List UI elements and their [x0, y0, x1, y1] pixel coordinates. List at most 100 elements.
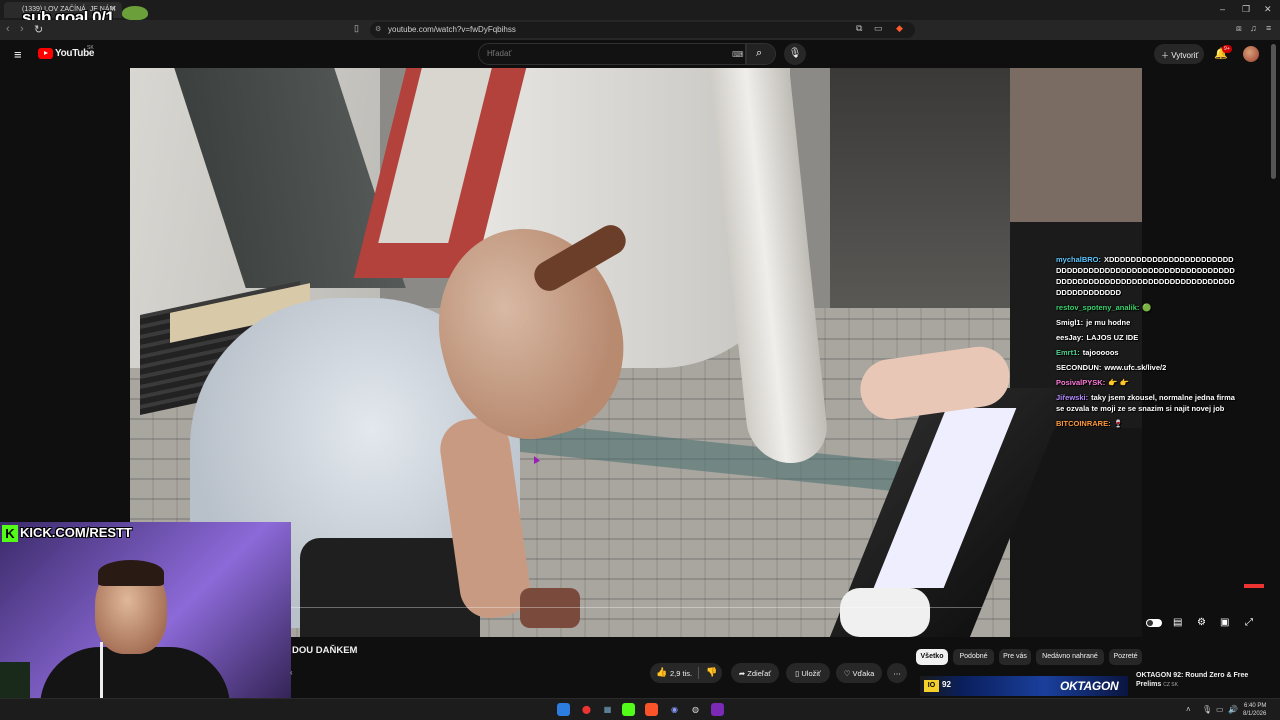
recommended-video-thumbnail[interactable]: IO 92 OKTAGON	[920, 676, 1128, 696]
twitch-icon[interactable]	[711, 703, 724, 716]
chip-recently-uploaded[interactable]: Nedávno nahrané	[1036, 649, 1104, 665]
io-badge: IO	[924, 680, 939, 692]
chat-username: PosivalPYSK:	[1056, 378, 1106, 387]
media-icon[interactable]: ♫	[1250, 23, 1257, 33]
chat-message: PosivalPYSK: 👉 👉	[1056, 377, 1236, 388]
volume-icon[interactable]: 🔊	[1228, 705, 1238, 714]
chat-text: 🍷	[1113, 419, 1123, 428]
browser-tab-bar: (1339) LOV ZAČÍNÁ, JE NÁM ✕ – ❐ ✕	[0, 0, 1280, 20]
chat-message: Smigl1: je mu hodne	[1056, 317, 1236, 328]
close-window-icon[interactable]: ✕	[1264, 4, 1272, 15]
video-progress-bar[interactable]	[290, 607, 982, 608]
recommended-title-text: OKTAGON 92: Round Zero & Free Prelims	[1136, 672, 1249, 688]
search-placeholder: Hľadať	[487, 49, 512, 58]
video-frame-white-shoe	[840, 588, 930, 637]
fullscreen-icon[interactable]: ⤢	[1245, 617, 1253, 628]
chat-message: Emrt1: tajooooos	[1056, 347, 1236, 358]
brave-app-icon[interactable]	[645, 703, 658, 716]
voice-search-button[interactable]: 🎙	[784, 43, 806, 65]
frog-emote-icon	[122, 6, 148, 20]
discord-icon[interactable]: ◉	[668, 703, 681, 716]
maximize-icon[interactable]: ❐	[1242, 4, 1250, 15]
search-button[interactable]: ⌕	[746, 43, 776, 65]
chevron-left-icon[interactable]: ‹	[290, 668, 293, 677]
event-number: 92	[942, 680, 951, 689]
url-field[interactable]: ⚙ youtube.com/watch?v=fwDyFqbihss	[370, 22, 915, 38]
recommended-channel: CZ SK	[1163, 682, 1178, 688]
like-dislike-group: 👍 2,9 tis. 👎	[650, 663, 722, 683]
autoplay-toggle[interactable]	[1146, 619, 1162, 627]
chat-text: www.ufc.sk/live/2	[1104, 363, 1167, 372]
cast-icon[interactable]: ▭	[874, 23, 883, 34]
scrollbar-thumb[interactable]	[1271, 44, 1276, 179]
mic-tray-icon[interactable]: 🎙	[1202, 705, 1212, 714]
search-input[interactable]: Hľadať ⌨	[478, 43, 746, 65]
site-info-icon[interactable]: ⚙	[375, 25, 381, 33]
create-button[interactable]: ＋ Vytvoriť	[1154, 44, 1204, 64]
chat-text: LAJOS UZ IDE	[1086, 333, 1139, 342]
chat-username: restov_spoteny_analik:	[1056, 303, 1140, 312]
extensions-icon[interactable]: ⧈	[1236, 23, 1242, 34]
chat-username: BITCOINRARE:	[1056, 419, 1111, 428]
chip-watched[interactable]: Pozreté	[1109, 649, 1142, 665]
tray-chevron-icon[interactable]: ˄	[1186, 705, 1191, 714]
back-icon[interactable]: ‹	[6, 23, 10, 35]
brave-shield-icon[interactable]: ◆	[896, 23, 903, 34]
kick-url-text: KICK.COM/RESTT	[20, 525, 132, 540]
video-frame-shoe	[520, 588, 580, 628]
page-scrollbar[interactable]	[1271, 44, 1277, 694]
like-icon[interactable]: 👍	[656, 667, 667, 678]
chat-message: BITCOINRARE: 🍷	[1056, 418, 1236, 429]
notification-badge: 9+	[1222, 45, 1232, 53]
thanks-button[interactable]: ♡ Vďaka	[836, 663, 882, 683]
obs-icon[interactable]: ◍	[689, 703, 702, 716]
chat-message: mychalBRO: XDDDDDDDDDDDDDDDDDDDDDDDDDDDDD…	[1056, 254, 1236, 298]
chat-username: Emrt1:	[1056, 348, 1080, 357]
menu-icon[interactable]: ≡	[1266, 23, 1271, 33]
reload-icon[interactable]: ↻	[34, 23, 43, 36]
subtitles-icon[interactable]: ▤	[1173, 617, 1182, 628]
webcam-overlay	[0, 522, 291, 720]
chat-text: 🟢	[1142, 303, 1152, 312]
account-avatar[interactable]	[1243, 46, 1259, 62]
more-actions-button[interactable]: ⋯	[887, 663, 907, 683]
save-button[interactable]: ▯ Uložiť	[786, 663, 830, 683]
guide-menu-icon[interactable]: ≡	[14, 47, 22, 62]
share-label: Zdieľať	[747, 669, 772, 678]
like-divider	[698, 667, 699, 679]
chat-text: je mu hodne	[1086, 318, 1131, 327]
miniplayer-icon[interactable]: ▣	[1220, 617, 1229, 628]
thanks-icon: ♡	[843, 669, 853, 678]
chip-all[interactable]: Všetko	[916, 649, 948, 665]
video-title: DOU DAŇKEM	[292, 645, 358, 656]
plus-icon: ＋	[1161, 51, 1172, 60]
maps-pin-icon[interactable]: ⬤	[580, 703, 593, 716]
share-button[interactable]: ➦ Zdieľať	[731, 663, 779, 683]
settings-gear-icon[interactable]: ⚙	[1197, 617, 1206, 628]
webcam-streamer-hair	[98, 560, 164, 586]
chat-text: tajooooos	[1082, 348, 1119, 357]
microphone-icon: 🎙	[788, 48, 802, 59]
youtube-logo-icon[interactable]	[38, 48, 53, 59]
translate-icon[interactable]: ⧉	[856, 23, 862, 34]
bookmark-icon[interactable]: ▯	[354, 23, 359, 34]
forward-icon[interactable]: ›	[20, 23, 24, 35]
chat-username: mychalBRO:	[1056, 255, 1102, 264]
taskbar-clock[interactable]: 6:40 PM 8/1/2026	[1243, 702, 1266, 718]
recommended-video-title[interactable]: OKTAGON 92: Round Zero & Free Prelims CZ…	[1136, 671, 1256, 690]
minimize-icon[interactable]: –	[1220, 4, 1225, 14]
dislike-icon[interactable]: 👎	[706, 667, 717, 678]
keyboard-icon[interactable]: ⌨	[732, 50, 744, 59]
chip-related[interactable]: Podobné	[953, 649, 994, 665]
region-label: SK	[87, 45, 94, 51]
chip-for-you[interactable]: Pre vás	[999, 649, 1031, 665]
network-icon[interactable]: ▭	[1216, 705, 1224, 714]
thumbnail-brand: OKTAGON	[1060, 679, 1119, 693]
excel-icon[interactable]: ▦	[601, 703, 614, 716]
clock-time: 6:40 PM	[1244, 703, 1267, 709]
chat-text: 👉 👉	[1108, 378, 1129, 387]
kick-banner: K KICK.COM/RESTT	[0, 525, 135, 543]
kick-app-icon[interactable]	[622, 703, 635, 716]
start-icon[interactable]	[557, 703, 570, 716]
like-count[interactable]: 2,9 tis.	[670, 669, 692, 678]
